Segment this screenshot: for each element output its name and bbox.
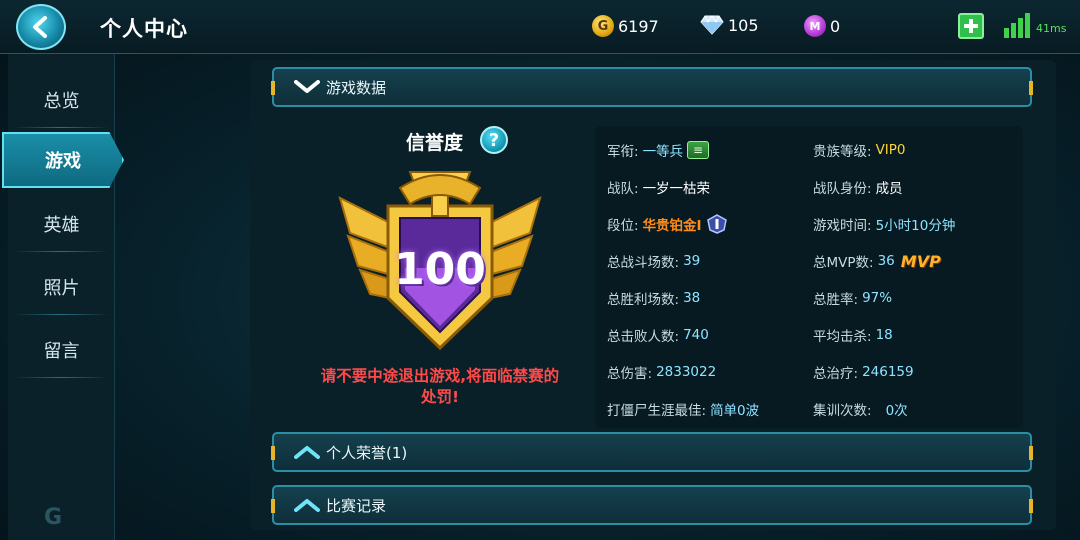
sidebar-item-photos[interactable]: 照片 — [8, 259, 115, 315]
section-title: 比赛记录 — [326, 496, 387, 515]
stat-label: 总伤害: — [607, 366, 653, 382]
signal-strength-icon — [1004, 12, 1030, 38]
stat-zombie-best: 打僵尸生涯最佳: 简单0波 — [607, 399, 759, 419]
stat-label: 战队: — [607, 181, 639, 197]
stat-value: VIP0 — [875, 142, 906, 158]
m-coin-icon: M — [804, 15, 826, 37]
stat-noble: 贵族等级: VIP0 — [813, 140, 906, 160]
sidebar-item-game[interactable]: 游戏 — [2, 132, 124, 188]
stat-value: 一等兵 — [642, 144, 684, 160]
stats-panel: 军衔: 一等兵 ≡ 贵族等级: VIP0 战队: 一岁一枯荣 战队身份: 成员 … — [595, 126, 1023, 428]
chevron-down-icon — [294, 80, 320, 93]
stat-label: 总胜率: — [813, 292, 859, 308]
diamond-icon — [700, 15, 724, 35]
stat-avg-kills: 平均击杀: 18 — [813, 325, 893, 345]
stat-value: 39 — [683, 253, 701, 269]
stat-label: 游戏时间: — [813, 218, 872, 234]
gold-coin-icon: G — [592, 15, 614, 37]
stat-total-damage: 总伤害: 2833022 — [607, 362, 716, 382]
stat-total-kills: 总击败人数: 740 — [607, 325, 709, 345]
stat-team-role: 战队身份: 成员 — [813, 177, 903, 197]
section-title: 个人荣誉(1) — [326, 443, 408, 462]
stat-value: 华贵铂金I — [642, 218, 702, 234]
section-game-data[interactable]: 游戏数据 — [271, 67, 1033, 107]
stat-rank: 军衔: 一等兵 ≡ — [607, 140, 710, 160]
stat-win-rate: 总胜率: 97% — [813, 288, 892, 308]
stat-value: 740 — [683, 327, 709, 343]
credit-warning: 请不要中途退出游戏,将面临禁赛的处罚! — [320, 367, 560, 406]
stat-value: 简单0波 — [710, 403, 760, 419]
chevron-up-icon — [294, 446, 320, 459]
chevron-up-icon — [294, 499, 320, 512]
stat-training: 集训次数: 0次 — [813, 399, 908, 419]
gold-amount: 6197 — [618, 16, 659, 36]
stat-label: 战队身份: — [813, 181, 872, 197]
stat-label: 集训次数: — [813, 403, 872, 419]
sidebar-item-messages[interactable]: 留言 — [8, 322, 115, 378]
stat-tier: 段位: 华贵铂金I — [607, 214, 728, 234]
stat-label: 贵族等级: — [813, 144, 872, 160]
rank-badge-icon: ≡ — [687, 141, 710, 159]
stat-total-heal: 总治疗: 246159 — [813, 362, 914, 382]
stat-label: 平均击杀: — [813, 329, 872, 345]
stat-value: 一岁一枯荣 — [642, 181, 711, 197]
sidebar-item-overview[interactable]: 总览 — [8, 72, 115, 128]
mvp-icon: MVP — [900, 251, 941, 271]
plus-icon — [964, 19, 978, 33]
stat-total-wins: 总胜利场数: 38 — [607, 288, 700, 308]
stat-team: 战队: 一岁一枯荣 — [607, 177, 710, 197]
stat-value: 2833022 — [656, 364, 717, 380]
stat-label: 打僵尸生涯最佳: — [607, 403, 707, 419]
back-arrow-icon — [33, 16, 47, 38]
page-title: 个人中心 — [100, 17, 188, 41]
sidebar: 总览 游戏 英雄 照片 留言 G — [2, 54, 124, 540]
section-personal-honors[interactable]: 个人荣誉(1) — [271, 432, 1033, 472]
stat-total-mvp: 总MVP数: 36 MVP — [813, 251, 941, 272]
stat-value: 97% — [862, 290, 893, 306]
stat-label: 总战斗场数: — [607, 255, 680, 271]
stat-value: 246159 — [862, 364, 914, 380]
sidebar-item-heroes[interactable]: 英雄 — [8, 196, 115, 252]
m-coin-amount: 0 — [830, 16, 841, 36]
stat-label: 总治疗: — [813, 366, 859, 382]
credit-score: 100 — [394, 244, 486, 295]
stat-play-time: 游戏时间: 5小时10分钟 — [813, 214, 955, 234]
help-icon[interactable]: ? — [480, 126, 508, 154]
section-match-records[interactable]: 比赛记录 — [271, 485, 1033, 525]
stat-value: 5小时10分钟 — [875, 218, 956, 234]
stat-value: 成员 — [875, 181, 903, 197]
section-title: 游戏数据 — [326, 78, 387, 97]
stat-label: 军衔: — [607, 144, 639, 160]
stat-value: 36 — [877, 253, 895, 269]
stat-label: 段位: — [607, 218, 639, 234]
gold-currency: G 6197 — [592, 15, 659, 37]
add-currency-button[interactable] — [958, 13, 984, 39]
diamond-currency: 105 — [700, 15, 759, 35]
stat-value: 38 — [683, 290, 701, 306]
diamond-amount: 105 — [728, 15, 759, 35]
m-coin-currency: M 0 — [804, 15, 840, 37]
stat-value: 18 — [875, 327, 893, 343]
game-logo: G — [44, 505, 63, 530]
stat-label: 总胜利场数: — [607, 292, 680, 308]
credit-title: 信誉度 — [406, 132, 464, 154]
stat-value: 0次 — [885, 403, 908, 419]
stat-label: 总MVP数: — [813, 255, 874, 271]
top-bar: 个人中心 G 6197 105 M 0 41ms — [0, 0, 1080, 54]
back-button[interactable] — [16, 4, 66, 50]
stat-total-matches: 总战斗场数: 39 — [607, 251, 700, 271]
ping-indicator: 41ms — [1036, 22, 1067, 35]
stat-label: 总击败人数: — [607, 329, 680, 345]
tier-icon — [706, 214, 727, 234]
